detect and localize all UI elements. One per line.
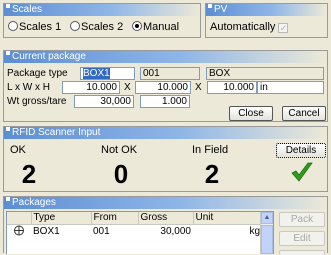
current-package-header: Current package	[4, 51, 327, 63]
scales-title: Scales	[12, 4, 43, 15]
edit-button[interactable]: Edit	[279, 231, 325, 246]
column-header-gross[interactable]: Gross	[138, 212, 194, 225]
package-code-field: 001	[140, 67, 200, 80]
header-square-icon	[6, 127, 10, 131]
packages-table: Type From Gross Unit BOX1 001 30,000 kg	[7, 212, 262, 239]
table-scrollbar[interactable]: ▲	[260, 212, 273, 254]
radio-selected-icon	[132, 21, 142, 31]
cell-unit: kg	[249, 226, 260, 237]
column-header-from[interactable]: From	[91, 212, 139, 225]
automatically-checkbox[interactable]: Automatically ✓	[210, 21, 289, 34]
header-square-icon	[6, 51, 10, 55]
unit-field[interactable]: in	[257, 81, 324, 94]
weight-label: Wt gross/tare	[7, 96, 67, 107]
gross-input[interactable]: 30,000	[74, 95, 134, 108]
check-mark-icon	[291, 162, 313, 182]
pv-header: PV	[206, 4, 327, 16]
in-field-label: In Field	[192, 144, 229, 156]
rfid-header: RFID Scanner Input	[4, 127, 327, 139]
package-type-input[interactable]: BOX1	[80, 67, 135, 80]
column-header-type[interactable]: Type	[31, 212, 92, 225]
length-input[interactable]: 10.000	[62, 81, 120, 94]
scales-header: Scales	[4, 4, 200, 16]
radio-circle-icon	[70, 21, 80, 31]
pv-title: PV	[214, 4, 228, 15]
package-name-field: BOX	[206, 67, 324, 80]
cell-from: 001	[93, 226, 110, 237]
width-input[interactable]: 10.000	[135, 81, 191, 94]
table-header-row: Type From Gross Unit	[7, 212, 262, 225]
ok-count: 2	[21, 159, 37, 189]
radio-circle-icon	[8, 21, 18, 31]
radio-manual[interactable]: Manual	[132, 21, 179, 34]
height-input[interactable]: 10.000	[207, 81, 257, 94]
cancel-button[interactable]: Cancel	[282, 106, 326, 121]
not-ok-count: 0	[113, 159, 129, 189]
in-field-count: 2	[204, 159, 220, 189]
scrollbar-thumb[interactable]	[261, 225, 273, 254]
pack-button[interactable]: Pack	[279, 212, 325, 227]
tare-input[interactable]: 1.000	[140, 95, 190, 108]
radio-scales-1[interactable]: Scales 1	[8, 21, 61, 34]
header-square-icon	[6, 4, 10, 8]
checkbox-check-icon: ✓	[278, 23, 289, 33]
dim-separator-1: X	[124, 82, 131, 93]
rfid-group: RFID Scanner Input OK 2 Not OK 0 In Fiel…	[3, 126, 328, 192]
dims-label: L x W x H	[7, 82, 50, 93]
ok-label: OK	[10, 144, 26, 156]
packages-group: Packages Type From Gross Unit BOX1 001 3…	[3, 196, 328, 255]
current-package-group: Current package Package type BOX1 001 BO…	[3, 50, 328, 122]
scroll-up-icon[interactable]: ▲	[261, 212, 273, 224]
table-row[interactable]: BOX1 001 30,000 kg	[7, 225, 262, 240]
cell-gross: 30,000	[160, 226, 191, 237]
column-header-unit[interactable]: Unit	[193, 212, 262, 225]
pv-group: PV Automatically ✓	[205, 3, 328, 38]
dim-separator-2: X	[195, 82, 202, 93]
radio-scales-2[interactable]: Scales 2	[70, 21, 123, 34]
scales-group: Scales Scales 1 Scales 2 Manual	[3, 3, 201, 38]
header-square-icon	[208, 4, 212, 8]
package-type-label: Package type	[7, 68, 68, 79]
header-square-icon	[6, 197, 10, 201]
cell-type: BOX1	[33, 226, 60, 237]
close-button[interactable]: Close	[229, 106, 273, 121]
package-icon	[14, 225, 24, 236]
packages-header: Packages	[4, 197, 327, 209]
details-button[interactable]: Details	[276, 143, 326, 158]
not-ok-label: Not OK	[101, 144, 138, 156]
